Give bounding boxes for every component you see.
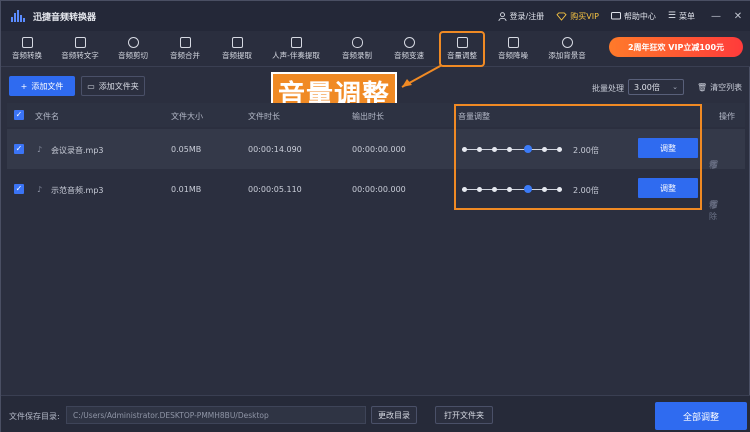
app-window: 迅捷音频转换器 登录/注册 购买VIP 帮助中心 ☰ 菜单 — ✕ 音频转换 音… xyxy=(0,0,750,432)
select-all-checkbox[interactable]: ✓ xyxy=(14,110,24,120)
plus-icon: + xyxy=(20,81,28,91)
chevron-down-icon: ⌄ xyxy=(672,83,678,91)
chat-icon xyxy=(610,11,621,19)
tool-audio-extract[interactable]: 音频提取 xyxy=(217,33,257,65)
app-title: 迅捷音频转换器 xyxy=(33,12,97,23)
convert-icon xyxy=(21,37,33,48)
output-duration: 00:00:00.000 xyxy=(352,185,406,194)
col-file-name: 文件名 xyxy=(35,112,59,121)
buy-vip-link[interactable]: 购买VIP xyxy=(556,11,599,22)
app-logo-icon xyxy=(11,10,25,22)
promo-banner[interactable]: 2周年狂欢 VIP立减100元 xyxy=(609,37,743,57)
adjust-all-button[interactable]: 全部调整 xyxy=(655,402,747,430)
volume-icon xyxy=(456,37,468,48)
help-center-link[interactable]: 帮助中心 xyxy=(610,11,656,22)
batch-process-label: 批量处理 xyxy=(592,84,624,93)
row-checkbox[interactable]: ✓ xyxy=(14,184,24,194)
tool-audio-merge[interactable]: 音频合并 xyxy=(165,33,205,65)
col-duration: 文件时长 xyxy=(248,112,280,121)
vocal-icon xyxy=(290,37,302,48)
folder-icon: ▭ xyxy=(87,81,95,91)
music-file-icon: ♪ xyxy=(37,145,43,154)
output-duration: 00:00:00.000 xyxy=(352,145,406,154)
open-folder-button[interactable]: 打开文件夹 xyxy=(435,406,493,424)
bottom-bar: 文件保存目录: C:/Users/Administrator.DESKTOP-P… xyxy=(1,395,750,432)
tool-audio-convert[interactable]: 音频转换 xyxy=(7,33,47,65)
add-folder-button[interactable]: ▭ 添加文件夹 xyxy=(81,76,145,96)
row-checkbox[interactable]: ✓ xyxy=(14,144,24,154)
denoise-icon xyxy=(507,37,519,48)
speed-icon xyxy=(403,37,415,48)
menu-icon: ☰ xyxy=(667,11,676,21)
file-name: 会议录音.mp3 xyxy=(51,146,104,155)
tool-audio-to-text[interactable]: 音频转文字 xyxy=(57,33,103,65)
file-duration: 00:00:05.110 xyxy=(248,185,302,194)
col-file-size: 文件大小 xyxy=(171,112,203,121)
volume-column-highlight xyxy=(454,104,702,210)
vip-diamond-icon xyxy=(556,11,567,21)
help-label: 帮助中心 xyxy=(623,11,656,21)
text-icon xyxy=(74,37,86,48)
login-label: 登录/注册 xyxy=(509,11,545,21)
login-link[interactable]: 登录/注册 xyxy=(498,11,545,22)
change-dir-button[interactable]: 更改目录 xyxy=(371,406,417,424)
close-button[interactable]: ✕ xyxy=(729,11,747,22)
tool-audio-cut[interactable]: 音频剪切 xyxy=(113,33,153,65)
file-name: 示范音频.mp3 xyxy=(51,186,104,195)
tool-audio-record[interactable]: 音频录制 xyxy=(337,33,377,65)
minimize-button[interactable]: — xyxy=(707,11,725,22)
col-output-duration: 输出时长 xyxy=(352,112,384,121)
mic-icon xyxy=(351,37,363,48)
tool-audio-denoise[interactable]: 音频降噪 xyxy=(493,33,533,65)
vip-label: 购买VIP xyxy=(570,11,599,21)
save-path-field[interactable]: C:/Users/Administrator.DESKTOP-PMMH8BU/D… xyxy=(66,406,366,424)
callout-arrow-icon xyxy=(401,64,443,88)
tool-add-bgm[interactable]: 添加背景音 xyxy=(543,33,591,65)
file-size: 0.01MB xyxy=(171,185,202,194)
col-ops: 操作 xyxy=(719,112,735,121)
title-bar: 迅捷音频转换器 登录/注册 购买VIP 帮助中心 ☰ 菜单 — ✕ xyxy=(1,1,750,31)
music-file-icon: ♪ xyxy=(37,185,43,194)
tool-vocal-extract[interactable]: 人声-伴奏提取 xyxy=(267,33,325,65)
merge-icon xyxy=(179,37,191,48)
clear-list-button[interactable]: 🗑 清空列表 xyxy=(697,82,742,93)
add-file-button[interactable]: + 添加文件 xyxy=(9,76,75,96)
save-dir-label: 文件保存目录: xyxy=(9,412,60,421)
scissors-icon xyxy=(127,37,139,48)
file-size: 0.05MB xyxy=(171,145,202,154)
user-icon xyxy=(498,11,507,21)
file-duration: 00:00:14.090 xyxy=(248,145,302,154)
bgm-icon xyxy=(561,37,573,48)
menu-button[interactable]: ☰ 菜单 xyxy=(668,11,695,22)
menu-label: 菜单 xyxy=(679,11,695,21)
batch-volume-select[interactable]: 3.00倍 ⌄ xyxy=(628,79,684,95)
trash-icon: 🗑 xyxy=(697,83,708,92)
extract-icon xyxy=(231,37,243,48)
